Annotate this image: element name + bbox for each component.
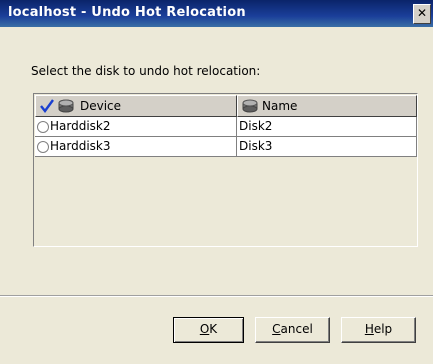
device-cell[interactable]: Harddisk3: [35, 137, 237, 157]
name-cell[interactable]: Disk3: [237, 137, 417, 157]
help-mnemonic: H: [364, 322, 374, 336]
ok-button[interactable]: OK: [173, 317, 244, 343]
table-header: Device Name: [35, 95, 417, 117]
help-button[interactable]: Help: [341, 317, 416, 343]
separator-line: [0, 295, 433, 297]
cancel-label-rest: ancel: [280, 322, 313, 336]
cancel-mnemonic: C: [272, 322, 281, 336]
undo-hot-relocation-dialog: localhost - Undo Hot Relocation ✕ Select…: [0, 0, 433, 364]
cancel-button[interactable]: Cancel: [255, 317, 330, 343]
column-header-name[interactable]: Name: [237, 95, 417, 117]
window-title: localhost - Undo Hot Relocation: [8, 5, 246, 20]
table-row[interactable]: Harddisk3 Disk3: [35, 137, 417, 157]
column-header-device[interactable]: Device: [35, 95, 237, 117]
checkmark-icon[interactable]: [40, 99, 54, 113]
disk-icon: [242, 99, 258, 113]
device-name: Harddisk2: [50, 119, 111, 133]
name-cell[interactable]: Disk2: [237, 117, 417, 137]
table-row[interactable]: Harddisk2 Disk2: [35, 117, 417, 137]
close-icon: ✕: [416, 6, 428, 20]
disk-table: Device Name Harddisk2 Disk2 Harddisk3 Di…: [33, 93, 418, 247]
radio-button[interactable]: [37, 121, 49, 133]
title-bar[interactable]: localhost - Undo Hot Relocation ✕: [0, 0, 433, 27]
device-cell[interactable]: Harddisk2: [35, 117, 237, 137]
ok-label-rest: K: [209, 322, 218, 336]
column-header-device-label: Device: [80, 99, 122, 113]
disk-icon: [58, 99, 74, 113]
ok-mnemonic: O: [199, 322, 210, 336]
radio-button[interactable]: [37, 141, 49, 153]
instruction-label: Select the disk to undo hot relocation:: [31, 64, 261, 78]
column-header-name-label: Name: [262, 99, 298, 113]
help-label-rest: elp: [373, 322, 393, 336]
close-button[interactable]: ✕: [413, 4, 431, 24]
device-name: Harddisk3: [50, 139, 111, 153]
